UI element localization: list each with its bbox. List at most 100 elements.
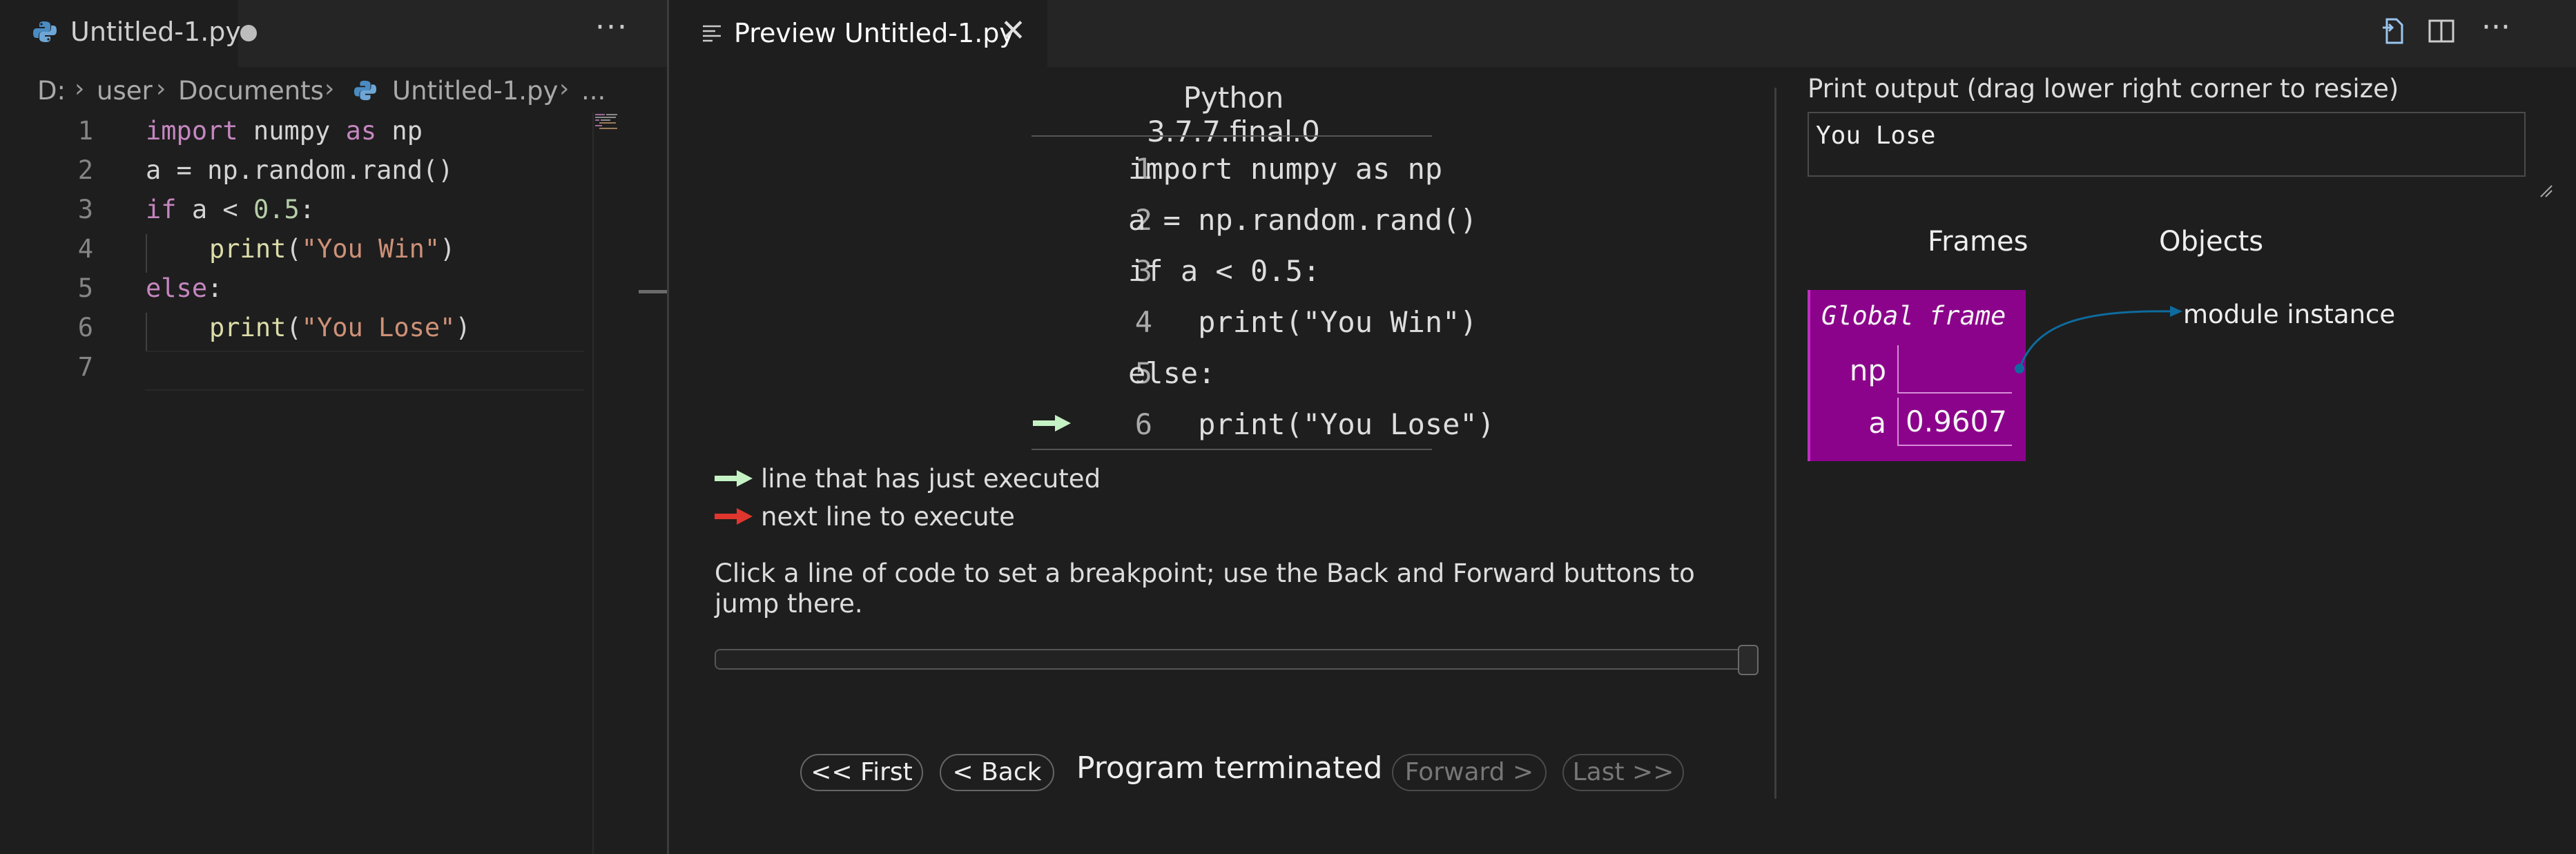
chevron-right-icon: ›	[325, 75, 335, 103]
back-button[interactable]: < Back	[940, 754, 1054, 791]
breadcrumb-symbol[interactable]: ...	[581, 76, 606, 106]
visualizer-code-line[interactable]: else:	[1128, 356, 1215, 390]
code-token: :	[299, 195, 316, 224]
code-token: :	[207, 273, 223, 303]
chevron-right-icon: ›	[559, 75, 570, 103]
line-number: 5	[77, 273, 93, 303]
slider-handle[interactable]	[1738, 645, 1759, 675]
code-line[interactable]: print("You Lose")	[209, 313, 471, 342]
scrollbar-marker[interactable]	[639, 290, 667, 293]
more-actions-icon[interactable]: ···	[2481, 10, 2510, 45]
editor-tab-bar: Untitled-1.py ···	[0, 0, 667, 67]
python-file-icon	[354, 80, 377, 101]
executed-line-arrow-icon	[1033, 415, 1071, 431]
forward-button[interactable]: Forward >	[1392, 754, 1547, 791]
string-token: "You Lose"	[301, 313, 456, 342]
variable-name: a	[1868, 406, 1886, 440]
indent-guide	[146, 313, 147, 351]
code-token: np	[376, 116, 423, 146]
breadcrumb-file[interactable]: Untitled-1.py	[392, 76, 558, 106]
code-token: a = np.random.rand()	[146, 155, 454, 185]
next-line-arrow-icon	[715, 508, 753, 525]
execution-slider[interactable]	[715, 649, 1750, 670]
preview-icon	[703, 25, 721, 42]
code-line[interactable]: a = np.random.rand()	[146, 155, 454, 185]
keyword-token: import	[146, 116, 238, 146]
first-button[interactable]: << First	[800, 754, 923, 791]
split-editor-icon[interactable]	[2425, 15, 2457, 47]
visualizer-code-line[interactable]: print("You Win")	[1128, 305, 1478, 339]
keyword-token: as	[345, 116, 377, 146]
code-token: (	[286, 313, 302, 342]
code-line[interactable]: else:	[146, 273, 222, 303]
print-output-box[interactable]: You Lose	[1808, 112, 2526, 177]
last-button[interactable]: Last >>	[1562, 754, 1684, 791]
line-number: 2	[77, 155, 93, 185]
keyword-token: if	[146, 195, 177, 224]
resize-grip-icon[interactable]	[2538, 183, 2553, 198]
legend-next-label: next line to execute	[761, 502, 1015, 532]
code-editor[interactable]: 1 2 3 4 5 6 7 import numpy as np a = np.…	[0, 113, 667, 854]
function-token: print	[209, 234, 287, 264]
current-line-highlight	[145, 351, 584, 391]
frames-header: Frames	[1928, 226, 2028, 258]
line-number: 3	[77, 195, 93, 224]
code-line[interactable]: print("You Win")	[209, 234, 455, 264]
executed-arrow-icon	[715, 470, 753, 487]
code-line[interactable]: if a < 0.5:	[146, 195, 315, 224]
line-number: 7	[77, 352, 93, 382]
line-number: 4	[77, 234, 93, 264]
chevron-right-icon: ›	[156, 75, 166, 103]
line-number: 6	[77, 313, 93, 342]
reference-pointer	[2015, 306, 2182, 373]
frame-title: Global frame	[1821, 301, 2006, 331]
variable-value: 0.9607	[1906, 405, 2007, 438]
breadcrumb: D: › user › Documents › Untitled-1.py › …	[0, 69, 667, 116]
breadcrumb-drive[interactable]: D:	[37, 76, 66, 106]
objects-header: Objects	[2159, 226, 2264, 258]
visualizer-code-line[interactable]: if a < 0.5:	[1128, 254, 1320, 288]
variable-value-cell: 0.9607	[1897, 398, 2012, 446]
python-tutor-visualizer: Python 3.7.7.final.0 1 import numpy as n…	[669, 67, 2576, 854]
code-bottom-rule	[1032, 449, 1432, 450]
code-token: numpy	[238, 116, 346, 146]
code-token: (	[286, 234, 302, 264]
variable-value-cell	[1897, 345, 2012, 394]
visualizer-code-line[interactable]: import numpy as np	[1128, 152, 1442, 186]
module-instance-object: module instance	[2183, 300, 2396, 329]
chevron-right-icon: ›	[75, 75, 85, 103]
unsaved-dot-icon[interactable]	[240, 25, 257, 41]
legend-executed-label: line that has just executed	[761, 464, 1101, 494]
breadcrumb-user[interactable]: user	[97, 76, 153, 106]
code-top-rule	[1032, 135, 1432, 137]
variable-name: np	[1849, 353, 1886, 387]
ellipsis-icon[interactable]: ···	[595, 10, 628, 45]
keyword-token: else	[146, 273, 208, 303]
breadcrumb-documents[interactable]: Documents	[178, 76, 324, 106]
breakpoint-help-text: Click a line of code to set a breakpoint…	[715, 559, 1695, 619]
code-line[interactable]: import numpy as np	[146, 116, 423, 146]
editor-tab[interactable]: Untitled-1.py	[0, 0, 257, 67]
python-version: Python 3.7.7.final.0	[1147, 81, 1320, 148]
function-token: print	[209, 313, 287, 342]
preview-tab[interactable]: Preview Untitled-1.py ✕	[669, 0, 1047, 68]
code-token: )	[440, 234, 456, 264]
print-output-text: You Lose	[1816, 122, 1936, 150]
global-frame: Global frame np a 0.9607	[1808, 290, 2026, 461]
line-number: 1	[77, 116, 93, 146]
preview-tab-label: Preview Untitled-1.py	[734, 18, 1015, 48]
string-token: "You Win"	[301, 234, 440, 264]
code-token: a <	[176, 195, 253, 224]
open-source-icon[interactable]	[2377, 15, 2409, 47]
visualizer-code-line[interactable]: print("You Lose")	[1128, 407, 1495, 441]
close-icon[interactable]: ✕	[1000, 13, 1026, 48]
print-output-label: Print output (drag lower right corner to…	[1808, 74, 2399, 104]
indent-guide	[146, 234, 147, 273]
visualizer-code-line[interactable]: a = np.random.rand()	[1128, 203, 1478, 237]
python-file-icon	[33, 21, 57, 42]
minimap[interactable]	[594, 113, 639, 133]
minimap-border	[592, 113, 594, 854]
visualizer-divider	[1774, 88, 1776, 799]
execution-status: Program terminated	[1076, 750, 1383, 786]
code-token: )	[455, 313, 471, 342]
